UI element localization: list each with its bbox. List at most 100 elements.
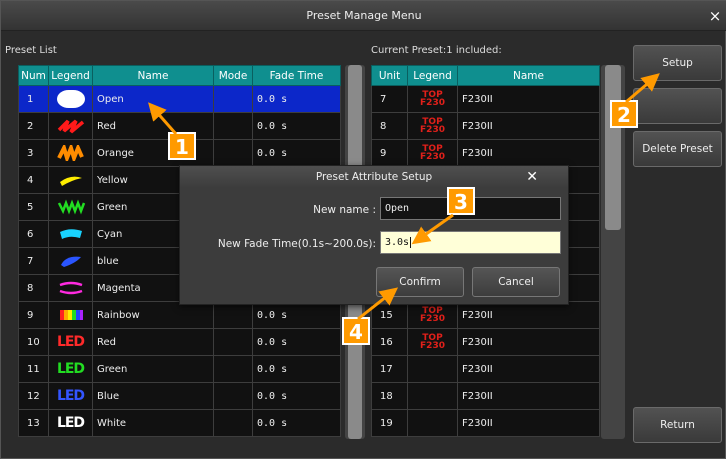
preset-fade-time: 0.0 s: [252, 301, 341, 329]
col-num: Num: [18, 65, 49, 86]
preset-num: 13: [18, 409, 49, 437]
preset-num: 10: [18, 328, 49, 356]
unit-name: F230II: [457, 85, 600, 113]
unit-num: 15: [371, 301, 408, 329]
unit-name: F230II: [457, 139, 600, 167]
window-close-icon[interactable]: ×: [707, 1, 723, 31]
preset-legend: [48, 139, 93, 167]
current-preset-row[interactable]: 16 TOP F230 F230II: [371, 328, 600, 356]
top-fixture-icon: TOP F230: [420, 332, 445, 351]
current-preset-scroll-thumb[interactable]: [605, 65, 621, 230]
unit-num: 7: [371, 85, 408, 113]
preset-row[interactable]: 11 LED Green 0.0 s: [18, 355, 341, 383]
preset-row[interactable]: 13 LED White 0.0 s: [18, 409, 341, 437]
dialog-title: Preset Attribute Setup: [315, 171, 433, 183]
current-preset-row[interactable]: 15 TOP F230 F230II: [371, 301, 600, 329]
confirm-button[interactable]: Confirm: [376, 267, 464, 297]
blank-button[interactable]: [633, 88, 722, 124]
col-legend: Legend: [407, 65, 458, 86]
preset-mode: [213, 112, 253, 140]
unit-name: F230II: [457, 301, 600, 329]
cyan-brush-icon: [59, 229, 82, 239]
preset-legend: [48, 274, 93, 302]
current-preset-row[interactable]: 9 TOP F230 F230II: [371, 139, 600, 167]
unit-legend: [407, 409, 458, 437]
dialog-titlebar: Preset Attribute Setup ✕: [180, 166, 568, 188]
orange-brush-icon: [56, 145, 84, 161]
unit-name: F230II: [457, 382, 600, 410]
preset-num: 12: [18, 382, 49, 410]
callout-2: 2: [610, 100, 638, 128]
preset-mode: [213, 355, 253, 383]
window-title: Preset Manage Menu: [306, 9, 422, 22]
col-name: Name: [457, 65, 600, 86]
preset-num: 2: [18, 112, 49, 140]
col-mode: Mode: [213, 65, 253, 86]
unit-num: 19: [371, 409, 408, 437]
preset-fade-time: 0.0 s: [252, 85, 341, 113]
preset-legend: LED: [48, 328, 93, 356]
preset-mode: [213, 301, 253, 329]
return-button[interactable]: Return: [633, 407, 722, 443]
unit-num: 9: [371, 139, 408, 167]
preset-row[interactable]: 1 Open 0.0 s: [18, 85, 341, 113]
col-name: Name: [92, 65, 214, 86]
current-preset-row[interactable]: 18 F230II: [371, 382, 600, 410]
blue-brush-icon: [60, 256, 81, 267]
preset-list-label: Preset List: [5, 45, 57, 56]
current-preset-row[interactable]: 7 TOP F230 F230II: [371, 85, 600, 113]
preset-attribute-dialog: Preset Attribute Setup ✕ New name : Open…: [179, 165, 569, 305]
callout-4: 4: [342, 317, 370, 345]
preset-row[interactable]: 10 LED Red 0.0 s: [18, 328, 341, 356]
preset-legend: [48, 166, 93, 194]
unit-legend: [407, 355, 458, 383]
red-scribble-icon: [57, 119, 84, 134]
preset-legend: LED: [48, 355, 93, 383]
current-preset-label: Current Preset:1 included:: [371, 45, 502, 56]
current-preset-row[interactable]: 8 TOP F230 F230II: [371, 112, 600, 140]
preset-fade-time: 0.0 s: [252, 112, 341, 140]
white-blob-icon: [56, 90, 85, 108]
preset-legend: [48, 112, 93, 140]
top-fixture-icon: TOP F230: [420, 305, 445, 324]
unit-legend: TOP F230: [407, 328, 458, 356]
cancel-button[interactable]: Cancel: [472, 267, 560, 297]
preset-num: 1: [18, 85, 49, 113]
unit-name: F230II: [457, 355, 600, 383]
preset-num: 4: [18, 166, 49, 194]
window-titlebar: Preset Manage Menu ×: [1, 1, 726, 31]
preset-legend: [48, 301, 93, 329]
col-fade-time: Fade Time: [252, 65, 341, 86]
fade-time-label: New Fade Time(0.1s~200.0s):: [217, 238, 376, 250]
preset-mode: [213, 328, 253, 356]
preset-row[interactable]: 9 Rainbow 0.0 s: [18, 301, 341, 329]
preset-num: 7: [18, 247, 49, 275]
unit-legend: TOP F230: [407, 85, 458, 113]
setup-button[interactable]: Setup: [633, 45, 722, 81]
dialog-close-icon[interactable]: ✕: [526, 166, 538, 188]
preset-num: 11: [18, 355, 49, 383]
fade-time-input[interactable]: 3.0s: [380, 231, 561, 254]
col-legend: Legend: [48, 65, 93, 86]
current-preset-row[interactable]: 17 F230II: [371, 355, 600, 383]
preset-manage-window: Preset Manage Menu × Preset List Current…: [0, 0, 726, 459]
unit-num: 16: [371, 328, 408, 356]
current-preset-row[interactable]: 19 F230II: [371, 409, 600, 437]
green-scribble-icon: [57, 199, 85, 215]
preset-num: 3: [18, 139, 49, 167]
unit-legend: TOP F230: [407, 112, 458, 140]
preset-name: Open: [92, 85, 214, 113]
preset-num: 8: [18, 274, 49, 302]
preset-row[interactable]: 12 LED Blue 0.0 s: [18, 382, 341, 410]
top-fixture-icon: TOP F230: [420, 143, 445, 162]
unit-name: F230II: [457, 409, 600, 437]
preset-num: 5: [18, 193, 49, 221]
unit-legend: [407, 382, 458, 410]
unit-num: 17: [371, 355, 408, 383]
callout-3: 3: [447, 187, 475, 215]
delete-preset-button[interactable]: Delete Preset: [633, 131, 722, 167]
preset-name: Blue: [92, 382, 214, 410]
unit-name: F230II: [457, 112, 600, 140]
text-cursor: [410, 237, 412, 248]
callout-1: 1: [168, 132, 196, 160]
